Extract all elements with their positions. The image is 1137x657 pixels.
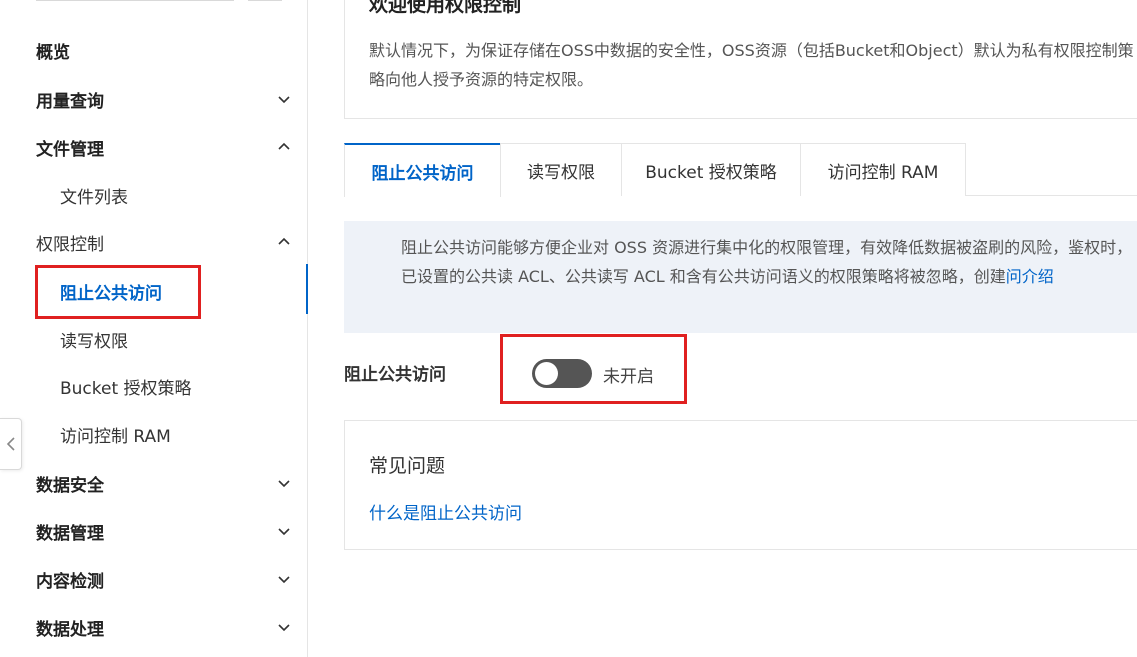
tab-bucket-policy[interactable]: Bucket 授权策略 xyxy=(621,143,801,196)
chevron-up-icon xyxy=(278,142,290,150)
tab-ram[interactable]: 访问控制 RAM xyxy=(800,143,966,196)
info-link[interactable]: 问介绍 xyxy=(1006,267,1054,286)
sidebar-item-bucket-policy[interactable]: Bucket 授权策略 xyxy=(0,366,307,406)
sidebar-item-data-processing[interactable]: 数据处理 xyxy=(0,607,307,647)
sidebar-search-edge xyxy=(36,0,234,1)
tab-label: Bucket 授权策略 xyxy=(645,162,777,183)
tab-label: 读写权限 xyxy=(527,162,595,183)
sidebar-item-content-detection[interactable]: 内容检测 xyxy=(0,559,307,599)
sidebar-item-label: 读写权限 xyxy=(60,331,128,352)
sidebar-item-usage[interactable]: 用量查询 xyxy=(0,79,307,119)
chevron-down-icon xyxy=(278,480,290,488)
sidebar-item-label: 访问控制 RAM xyxy=(60,426,171,447)
chevron-down-icon xyxy=(278,528,290,536)
sidebar-item-file-management[interactable]: 文件管理 xyxy=(0,127,307,167)
sidebar-item-label: 概览 xyxy=(36,42,70,63)
tab-read-write-permission[interactable]: 读写权限 xyxy=(500,143,622,196)
sidebar-item-label: Bucket 授权策略 xyxy=(60,378,192,399)
setting-label: 阻止公共访问 xyxy=(344,365,446,385)
page: 概览 用量查询 文件管理 文件列表 权限控制 阻止公共访问 读写权限 Bucke… xyxy=(0,0,1137,657)
tab-block-public-access[interactable]: 阻止公共访问 xyxy=(344,143,501,197)
welcome-title: 欢迎使用权限控制 xyxy=(369,0,522,16)
tab-bar: 阻止公共访问 读写权限 Bucket 授权策略 访问控制 RAM xyxy=(344,143,1137,197)
info-text: 阻止公共访问能够方便企业对 OSS 资源进行集中化的权限管理，有效降低数据被盗刷… xyxy=(401,233,1137,291)
sidebar-item-label: 数据管理 xyxy=(36,523,104,544)
chevron-down-icon xyxy=(278,576,290,584)
highlight-box-toggle xyxy=(500,334,687,404)
faq-card: 常见问题 什么是阻止公共访问 xyxy=(344,420,1137,550)
sidebar-item-ram[interactable]: 访问控制 RAM xyxy=(0,414,307,454)
info-notice: 阻止公共访问能够方便企业对 OSS 资源进行集中化的权限管理，有效降低数据被盗刷… xyxy=(344,221,1137,333)
faq-link[interactable]: 什么是阻止公共访问 xyxy=(369,499,522,524)
sidebar-button-edge xyxy=(248,0,282,1)
sidebar-item-file-list[interactable]: 文件列表 xyxy=(0,175,307,215)
sidebar-item-label: 权限控制 xyxy=(36,234,104,255)
sidebar-item-block-public-access[interactable]: 阻止公共访问 xyxy=(0,271,307,311)
sidebar-item-label: 内容检测 xyxy=(36,571,104,592)
sidebar-item-label: 数据安全 xyxy=(36,475,104,496)
sidebar-active-indicator xyxy=(306,264,308,314)
chevron-down-icon xyxy=(278,96,290,104)
toggle-state-text: 未开启 xyxy=(603,367,654,387)
welcome-description: 默认情况下，为保证存储在OSS中数据的安全性，OSS资源（包括Bucket和Ob… xyxy=(369,41,1134,89)
sidebar: 概览 用量查询 文件管理 文件列表 权限控制 阻止公共访问 读写权限 Bucke… xyxy=(0,0,308,657)
sidebar-item-label: 数据处理 xyxy=(36,619,104,640)
block-public-access-toggle[interactable] xyxy=(532,359,592,388)
chevron-left-icon xyxy=(6,437,15,451)
sidebar-collapse-button[interactable] xyxy=(0,418,22,470)
sidebar-item-data-management[interactable]: 数据管理 xyxy=(0,511,307,551)
sidebar-item-label: 文件管理 xyxy=(36,139,104,160)
sidebar-item-overview[interactable]: 概览 xyxy=(0,30,307,70)
sidebar-item-label: 用量查询 xyxy=(36,91,104,112)
sidebar-item-data-security[interactable]: 数据安全 xyxy=(0,463,307,503)
sidebar-item-read-write-permission[interactable]: 读写权限 xyxy=(0,319,307,359)
chevron-up-icon xyxy=(278,237,290,245)
toggle-knob xyxy=(535,362,558,385)
sidebar-item-label: 文件列表 xyxy=(60,187,128,208)
tab-label: 阻止公共访问 xyxy=(371,163,474,184)
sidebar-item-permission-control[interactable]: 权限控制 xyxy=(0,222,307,262)
tab-label: 访问控制 RAM xyxy=(827,162,939,183)
welcome-card: 欢迎使用权限控制 默认情况下，为保证存储在OSS中数据的安全性，OSS资源（包括… xyxy=(344,0,1137,119)
chevron-down-icon xyxy=(278,624,290,632)
sidebar-item-label: 阻止公共访问 xyxy=(60,283,162,304)
faq-title: 常见问题 xyxy=(369,455,446,477)
